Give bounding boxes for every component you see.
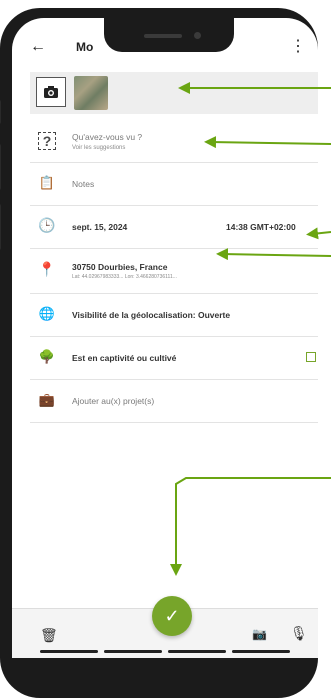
notes-field[interactable]: Notes	[72, 179, 94, 189]
time-value[interactable]: 14:38 GMT+02:00	[226, 222, 296, 232]
projects-label: Ajouter au(x) projet(s)	[72, 396, 155, 406]
app-screen: ← Mo ⋮ ? Qu'avez-vous vu ? Voir les sugg…	[12, 18, 318, 658]
observation-photo-thumbnail[interactable]	[74, 76, 108, 110]
clipboard-icon: 📋	[38, 175, 56, 190]
photo-strip	[30, 72, 318, 114]
page-title: Mo	[76, 40, 94, 54]
camera-plus-icon	[44, 86, 58, 98]
trash-icon[interactable]: 🗑	[40, 627, 58, 644]
captive-checkbox[interactable]	[306, 352, 316, 362]
tree-icon: 🌳	[38, 349, 56, 364]
location-name: 30750 Dourbies, France	[72, 262, 168, 272]
clock-icon: 🕒	[38, 217, 56, 233]
location-pin-icon: 📍	[38, 261, 56, 277]
question-icon: ?	[38, 132, 56, 150]
camera-icon[interactable]: 📷	[252, 627, 267, 641]
phone-notch	[104, 18, 234, 52]
globe-icon: 🌐	[38, 306, 56, 321]
front-camera	[194, 32, 201, 39]
location-coordinates: Lat: 44.02967983333... Lon: 3.4662807361…	[72, 274, 177, 280]
home-indicator	[40, 650, 290, 654]
geoprivacy-label: Visibilité de la géolocalisation: Ouvert…	[72, 310, 231, 320]
projects-row[interactable]: 💼 Ajouter au(x) projet(s)	[30, 380, 318, 423]
species-row[interactable]: ? Qu'avez-vous vu ? Voir les suggestions	[30, 122, 318, 163]
save-observation-button[interactable]: ✓	[152, 596, 192, 636]
speaker-grille	[144, 34, 182, 38]
notes-row[interactable]: 📋 Notes	[30, 163, 318, 206]
phone-side-button	[0, 100, 1, 124]
captive-label: Est en captivité ou cultivé	[72, 353, 177, 363]
geoprivacy-row[interactable]: 🌐 Visibilité de la géolocalisation: Ouve…	[30, 294, 318, 337]
phone-volume-up	[0, 144, 1, 190]
species-label: Qu'avez-vous vu ?	[72, 132, 143, 142]
more-menu-icon[interactable]: ⋮	[290, 36, 306, 56]
date-value[interactable]: sept. 15, 2024	[72, 222, 127, 232]
captive-row[interactable]: 🌳 Est en captivité ou cultivé	[30, 337, 318, 380]
date-row[interactable]: 🕒 sept. 15, 2024 14:38 GMT+02:00	[30, 206, 318, 249]
back-arrow-icon[interactable]: ←	[30, 38, 46, 56]
add-photo-button[interactable]	[36, 77, 66, 107]
location-row[interactable]: 📍 30750 Dourbies, France Lat: 44.0296798…	[30, 249, 318, 294]
microphone-icon[interactable]: 🎙	[290, 625, 308, 642]
briefcase-icon: 💼	[38, 392, 56, 407]
phone-volume-down	[0, 204, 1, 250]
suggestions-link[interactable]: Voir les suggestions	[72, 145, 125, 151]
